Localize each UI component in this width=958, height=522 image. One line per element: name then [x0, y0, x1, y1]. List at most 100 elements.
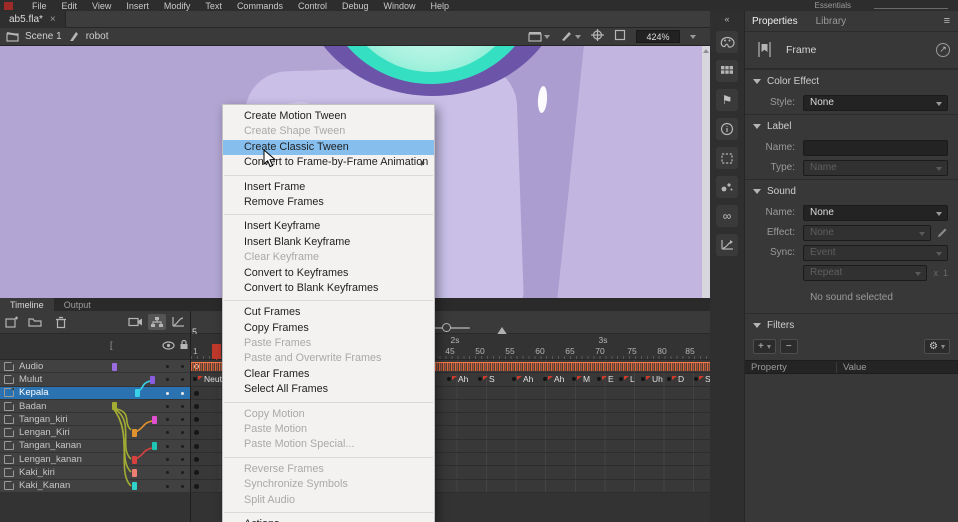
- slider-knob[interactable]: [442, 323, 451, 332]
- add-folder-button[interactable]: [26, 314, 44, 330]
- layer-row[interactable]: Audio: [0, 360, 190, 373]
- section-color-effect[interactable]: Color Effect: [745, 69, 958, 91]
- context-menu-item[interactable]: Copy Motion: [223, 407, 434, 422]
- section-sound[interactable]: Sound: [745, 179, 958, 201]
- context-menu-item[interactable]: Paste Frames: [223, 336, 434, 351]
- edit-symbols-button[interactable]: [560, 31, 581, 42]
- menu-item[interactable]: Window: [384, 1, 416, 11]
- align-panel-button[interactable]: ⚑: [716, 89, 738, 111]
- label-name-input[interactable]: [803, 140, 948, 156]
- context-menu-item[interactable]: Cut Frames: [223, 305, 434, 320]
- context-menu-item[interactable]: Convert to Frame-by-Frame Animation: [223, 155, 434, 170]
- menu-item[interactable]: Text: [205, 1, 222, 11]
- clapperboard-button[interactable]: [528, 31, 550, 42]
- layer-row[interactable]: Badan: [0, 400, 190, 413]
- timeline-divider[interactable]: [190, 311, 191, 522]
- parenting-node[interactable]: [150, 376, 155, 384]
- label-type-select[interactable]: Name: [803, 160, 948, 176]
- visibility-dot[interactable]: [166, 445, 169, 448]
- tab-properties[interactable]: Properties: [752, 16, 798, 27]
- lock-dot[interactable]: [181, 418, 184, 421]
- motion-presets-button[interactable]: [716, 234, 738, 256]
- layer-row[interactable]: Mulut: [0, 373, 190, 386]
- graph-editor-button[interactable]: [169, 314, 187, 330]
- breadcrumb-symbol[interactable]: robot: [86, 31, 109, 42]
- parenting-node[interactable]: [135, 389, 140, 397]
- layer-row[interactable]: Kepala: [0, 387, 190, 400]
- loop-count-stepper[interactable]: 1: [943, 268, 948, 278]
- menu-item[interactable]: Insert: [126, 1, 149, 11]
- menu-item[interactable]: Edit: [62, 1, 78, 11]
- style-select[interactable]: None: [803, 95, 948, 111]
- menu-item[interactable]: Commands: [237, 1, 283, 11]
- lock-dot[interactable]: [181, 405, 184, 408]
- layer-row[interactable]: Lengan_kanan: [0, 453, 190, 466]
- zoom-level-select[interactable]: 424%: [636, 30, 680, 43]
- frame-label[interactable]: S: [694, 374, 711, 384]
- delete-layer-button[interactable]: [52, 314, 70, 330]
- frame-label[interactable]: S: [478, 374, 495, 384]
- parenting-node[interactable]: [132, 429, 137, 437]
- frame-label[interactable]: Ah: [543, 374, 564, 384]
- frame-label[interactable]: Uh: [641, 374, 663, 384]
- parenting-node[interactable]: [132, 482, 137, 490]
- lock-dot[interactable]: [181, 392, 184, 395]
- context-menu-item[interactable]: Clear Frames: [223, 367, 434, 382]
- context-menu-item[interactable]: Create Shape Tween: [223, 124, 434, 139]
- context-menu-item[interactable]: Create Classic Tween: [223, 140, 434, 155]
- lock-dot[interactable]: [181, 378, 184, 381]
- lock-dot[interactable]: [181, 431, 184, 434]
- parenting-node[interactable]: [132, 469, 137, 477]
- context-menu-item[interactable]: Convert to Blank Keyframes: [223, 281, 434, 296]
- visibility-dot[interactable]: [166, 378, 169, 381]
- parenting-node[interactable]: [152, 416, 157, 424]
- context-menu-item[interactable]: Paste Motion: [223, 422, 434, 437]
- context-menu-item[interactable]: Insert Keyframe: [223, 219, 434, 234]
- launch-icon[interactable]: ↗: [936, 43, 950, 57]
- breadcrumb-scene[interactable]: Scene 1: [25, 31, 62, 42]
- sound-sync-select[interactable]: Event: [803, 245, 948, 261]
- brushes-panel-button[interactable]: [716, 176, 738, 198]
- parenting-node[interactable]: [112, 402, 117, 410]
- info-panel-button[interactable]: [716, 118, 738, 140]
- add-layer-button[interactable]: [2, 314, 20, 330]
- context-menu-item[interactable]: Reverse Frames: [223, 462, 434, 477]
- clip-content-button[interactable]: [614, 29, 626, 44]
- context-menu-item[interactable]: Remove Frames: [223, 195, 434, 210]
- panel-tab[interactable]: Timeline: [0, 298, 54, 311]
- context-menu-item[interactable]: Actions: [223, 517, 434, 522]
- parenting-node[interactable]: [152, 442, 157, 450]
- panel-tab[interactable]: Output: [54, 298, 101, 311]
- section-filters[interactable]: Filters: [745, 313, 958, 335]
- context-menu-item[interactable]: Split Audio: [223, 493, 434, 508]
- lock-dot[interactable]: [181, 458, 184, 461]
- add-filter-button[interactable]: +: [753, 339, 776, 354]
- visibility-dot[interactable]: [166, 431, 169, 434]
- layer-row[interactable]: Tangan_kanan: [0, 440, 190, 453]
- document-tab[interactable]: ab5.fla* ×: [0, 11, 66, 28]
- camera-button[interactable]: [126, 314, 144, 330]
- visibility-dot[interactable]: [166, 471, 169, 474]
- lock-dot[interactable]: [181, 365, 184, 368]
- parenting-node[interactable]: [112, 363, 117, 371]
- show-parenting-button[interactable]: [148, 314, 166, 330]
- menu-item[interactable]: View: [92, 1, 111, 11]
- lock-dot[interactable]: [181, 445, 184, 448]
- frame-label[interactable]: L: [619, 374, 635, 384]
- close-icon[interactable]: ×: [50, 14, 56, 25]
- lock-dot[interactable]: [181, 471, 184, 474]
- visibility-dot[interactable]: [166, 485, 169, 488]
- layer-row[interactable]: Kaki_kiri: [0, 466, 190, 479]
- cc-libraries-button[interactable]: ∞: [716, 205, 738, 227]
- context-menu-item[interactable]: Clear Keyframe: [223, 250, 434, 265]
- context-menu-item[interactable]: Paste and Overwrite Frames: [223, 351, 434, 366]
- context-menu-item[interactable]: Paste Motion Special...: [223, 437, 434, 452]
- playhead[interactable]: [212, 344, 221, 359]
- layer-row[interactable]: Tangan_kiri: [0, 413, 190, 426]
- layer-row[interactable]: Kaki_Kanan: [0, 480, 190, 493]
- context-menu-item[interactable]: Copy Frames: [223, 321, 434, 336]
- frame-label[interactable]: E: [597, 374, 614, 384]
- sound-effect-select[interactable]: None: [803, 225, 931, 241]
- sound-name-select[interactable]: None: [803, 205, 948, 221]
- zoom-chevron-icon[interactable]: [690, 35, 696, 39]
